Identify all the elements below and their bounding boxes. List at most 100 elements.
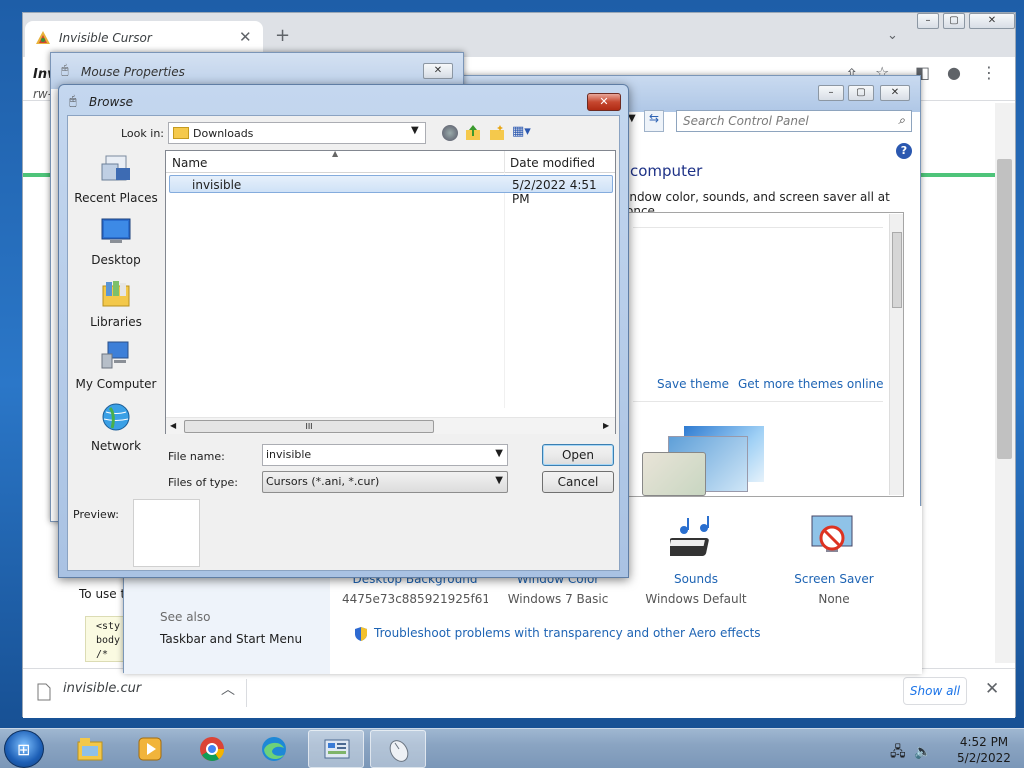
screen-saver-icon[interactable]: [808, 514, 856, 560]
place-my-computer[interactable]: My Computer: [68, 340, 164, 391]
search-control-panel-input[interactable]: Search Control Panel ⌕: [676, 110, 912, 132]
theme-thumbnail[interactable]: [638, 426, 766, 496]
column-date-header[interactable]: Date modified: [510, 156, 595, 170]
taskbar-clock[interactable]: 4:52 PM 5/2/2022: [948, 734, 1020, 766]
chevron-down-icon: ▼: [411, 125, 419, 136]
cp-close-button[interactable]: ✕: [880, 85, 910, 101]
menu-kebab-icon[interactable]: ⋮: [981, 63, 997, 82]
taskbar-control-panel[interactable]: [308, 730, 364, 768]
back-icon[interactable]: [442, 125, 458, 141]
windows-logo-icon: ⊞: [17, 740, 31, 759]
tab-search-chevron-icon[interactable]: ⌄: [887, 28, 898, 43]
cancel-button[interactable]: Cancel: [542, 471, 614, 493]
files-of-type-label: Files of type:: [168, 476, 239, 489]
file-list-header: Name ▲ Date modified: [166, 149, 615, 173]
look-in-dropdown[interactable]: Downloads ▼: [168, 122, 426, 144]
volume-icon[interactable]: 🔈: [914, 744, 931, 760]
place-network[interactable]: Network: [68, 402, 164, 453]
download-bar: invisible.cur ︿ Show all ✕: [23, 668, 1015, 718]
scroll-left-icon[interactable]: ◀: [170, 421, 176, 430]
help-icon[interactable]: ?: [896, 143, 912, 159]
place-recent-places[interactable]: Recent Places: [68, 154, 164, 205]
save-theme-link[interactable]: Save theme: [657, 377, 729, 391]
taskbar-media-player[interactable]: [122, 730, 178, 768]
hscroll-thumb[interactable]: III: [184, 420, 434, 433]
place-libraries[interactable]: Libraries: [68, 278, 164, 329]
tab-close-icon[interactable]: ✕: [239, 28, 252, 46]
download-item[interactable]: invisible.cur ︿: [35, 679, 247, 707]
place-desktop[interactable]: Desktop: [68, 216, 164, 267]
mouse-icon: [389, 740, 409, 762]
libraries-icon: [102, 281, 130, 307]
chrome-minimize-button[interactable]: –: [917, 13, 939, 29]
file-icon: [37, 683, 51, 701]
mouse-properties-close-button[interactable]: ✕: [423, 63, 453, 79]
taskbar-start-menu-link[interactable]: Taskbar and Start Menu: [160, 632, 302, 646]
edge-icon: [262, 737, 286, 761]
mouse-icon: 🖰: [61, 63, 69, 78]
desktop-background-value: 4475e73c885921925f61fc...: [342, 592, 488, 606]
themes-divider: [633, 227, 883, 228]
clock-time: 4:52 PM: [959, 735, 1009, 749]
chevron-down-icon[interactable]: ▼: [495, 448, 503, 459]
taskbar-mouse-properties[interactable]: [370, 730, 426, 768]
open-button[interactable]: Open: [542, 444, 614, 466]
sounds-icon[interactable]: [670, 516, 722, 560]
place-label: My Computer: [75, 377, 157, 391]
up-folder-icon[interactable]: [464, 124, 482, 142]
media-player-icon: [138, 737, 162, 761]
refresh-icon[interactable]: ⇆: [644, 110, 664, 132]
screen-saver-value: None: [818, 592, 850, 606]
taskbar-explorer[interactable]: [62, 730, 118, 768]
file-list-hscrollbar[interactable]: ◀ III ▶: [166, 417, 615, 434]
taskbar: ⊞ 🖧 🔈 4:52 PM 5/2/2022: [0, 728, 1024, 768]
taskbar-chrome[interactable]: [184, 730, 240, 768]
cp-minimize-button[interactable]: –: [818, 85, 844, 101]
new-tab-icon[interactable]: +: [275, 25, 290, 46]
look-in-label: Look in:: [121, 127, 164, 140]
chrome-icon: [200, 737, 225, 761]
taskbar-edge[interactable]: [246, 730, 302, 768]
site-favicon-icon: [36, 31, 50, 44]
computer-icon: [101, 341, 129, 369]
clock-date: 5/2/2022: [957, 751, 1011, 765]
code-snippet: <sty body /*: [85, 616, 127, 662]
themes-scrollbar[interactable]: [889, 214, 903, 495]
view-menu-icon[interactable]: ▦▾: [512, 124, 538, 142]
browse-close-button[interactable]: ✕: [587, 93, 621, 111]
file-name-label: File name:: [168, 450, 225, 463]
get-more-themes-link[interactable]: Get more themes online: [738, 377, 884, 391]
chrome-maximize-button[interactable]: ▢: [943, 13, 965, 29]
troubleshoot-aero-link[interactable]: Troubleshoot problems with transparency …: [374, 626, 761, 640]
start-button[interactable]: ⊞: [4, 730, 44, 768]
explorer-folder-icon: [77, 738, 103, 761]
file-row[interactable]: invisible 5/2/2022 4:51 PM: [169, 175, 613, 206]
file-list[interactable]: Name ▲ Date modified invisible 5/2/2022 …: [165, 149, 616, 434]
chevron-up-icon[interactable]: ︿: [221, 679, 235, 699]
browse-client-area: Look in: Downloads ▼ ▦▾ Recent Places De…: [67, 115, 620, 571]
scrollbar-thumb[interactable]: [997, 159, 1012, 459]
browse-title: Browse: [89, 95, 133, 109]
column-gridline: [504, 174, 505, 408]
column-name-header[interactable]: Name: [172, 156, 207, 170]
new-folder-icon[interactable]: [488, 124, 506, 142]
files-of-type-select[interactable]: Cursors (*.ani, *.cur) ▼: [262, 471, 508, 493]
network-status-icon[interactable]: 🖧: [890, 744, 906, 760]
close-downloads-icon[interactable]: ✕: [985, 679, 999, 699]
page-scrollbar[interactable]: [995, 103, 1015, 663]
place-label: Network: [90, 439, 142, 453]
profile-avatar-icon[interactable]: ●: [947, 63, 961, 82]
chrome-close-button[interactable]: ✕: [969, 13, 1015, 29]
browse-dialog: 🖰 Browse ✕ Look in: Downloads ▼ ▦▾ Recen…: [58, 84, 629, 578]
instruction-text: To use t: [79, 587, 126, 601]
sounds-label[interactable]: Sounds: [634, 572, 758, 586]
window-color-value: Windows 7 Basic: [507, 592, 609, 606]
cp-maximize-button[interactable]: ▢: [848, 85, 874, 101]
screen-saver-label[interactable]: Screen Saver: [772, 572, 896, 586]
show-all-button[interactable]: Show all: [903, 677, 967, 705]
search-icon[interactable]: ⌕: [898, 113, 905, 128]
file-name-input[interactable]: invisible ▼: [262, 444, 508, 466]
file-name-value: invisible: [266, 448, 312, 461]
address-dropdown-icon[interactable]: ▼: [628, 113, 636, 124]
scroll-right-icon[interactable]: ▶: [603, 421, 609, 430]
